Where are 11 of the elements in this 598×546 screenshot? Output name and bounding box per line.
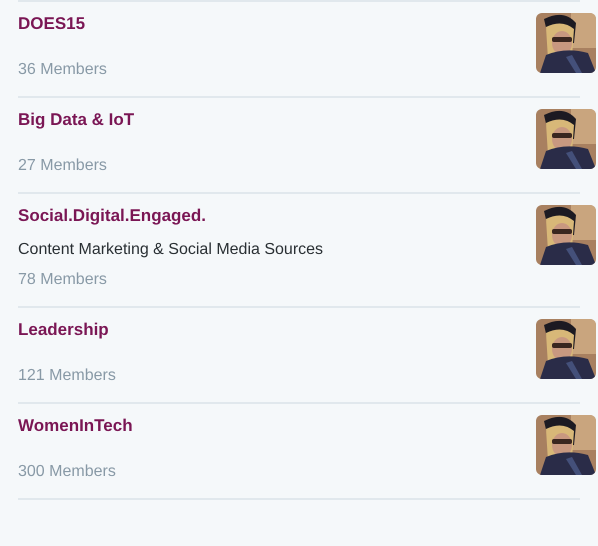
list-title[interactable]: Big Data & IoT <box>18 109 134 131</box>
list-title[interactable]: Leadership <box>18 319 116 341</box>
list-title[interactable]: DOES15 <box>18 13 107 35</box>
member-count: 27 Members <box>18 156 108 176</box>
member-count: 300 Members <box>18 462 117 482</box>
list-title[interactable]: Social.Digital.Engaged. <box>18 205 324 227</box>
list-description: Content Marketing & Social Media Sources <box>18 240 324 260</box>
list-title[interactable]: WomenInTech <box>18 415 133 437</box>
member-count: 78 Members <box>18 270 108 290</box>
member-count: 36 Members <box>18 60 107 80</box>
member-count: 121 Members <box>18 366 116 386</box>
